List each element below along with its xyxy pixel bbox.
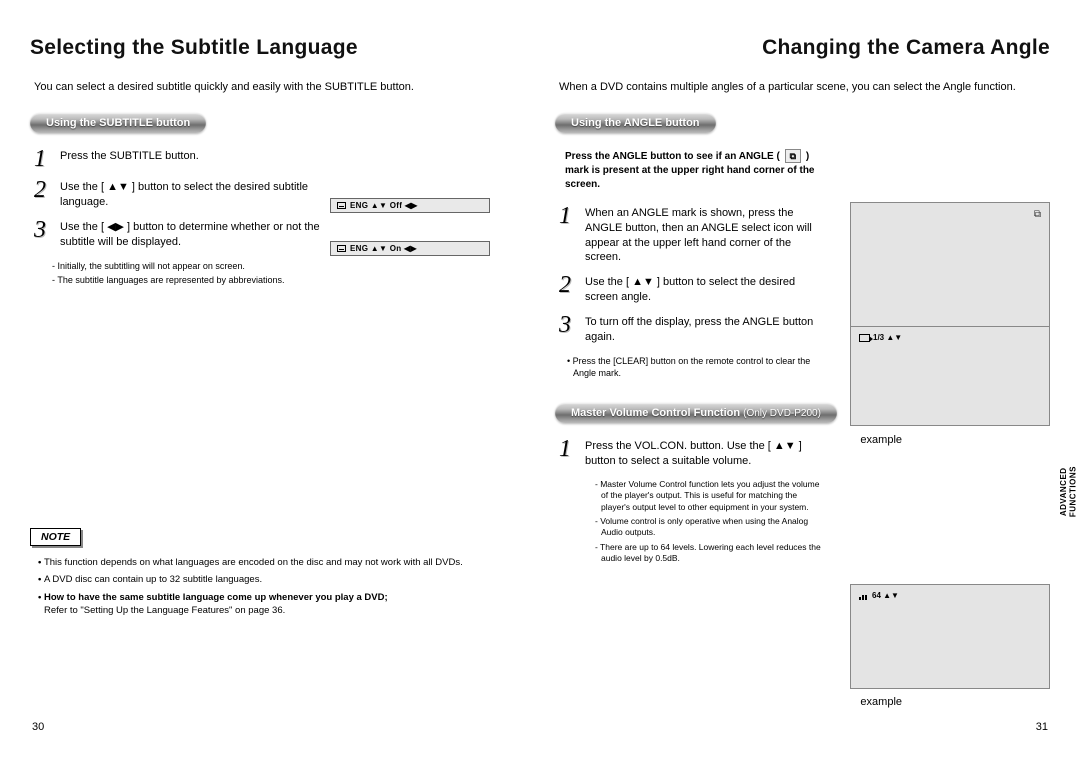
step-text: Use the [ ▲▼ ] button to select the desi… — [60, 180, 320, 210]
tab-line: ADVANCED — [1059, 467, 1068, 516]
osd-bar-off: ENG ▲▼ Off ◀▶ — [330, 198, 490, 213]
subtitle-icon — [337, 202, 346, 209]
subtitle-icon — [337, 245, 346, 252]
step-number: 2 — [559, 275, 577, 305]
clear-note: Press the [CLEAR] button on the remote c… — [555, 355, 825, 379]
mvc-note: There are up to 64 levels. Lowering each… — [595, 542, 825, 565]
step-text: Press the VOL.CON. button. Use the [ ▲▼ … — [585, 439, 825, 469]
step-number: 3 — [559, 315, 577, 345]
camera-angle-icon: ⧉ — [785, 149, 801, 164]
note-item: How to have the same subtitle language c… — [38, 591, 525, 618]
page-title-left: Selecting the Subtitle Language — [30, 36, 525, 60]
step-b1: 1 Press the VOL.CON. button. Use the [ ▲… — [555, 439, 825, 469]
osd-band-angle: 1/3 ▲▼ — [859, 333, 902, 342]
osd-text: ENG ▲▼ On ◀▶ — [350, 244, 417, 253]
step-a1: 1 When an ANGLE mark is shown, press the… — [555, 206, 825, 265]
intro-left: You can select a desired subtitle quickl… — [30, 80, 525, 95]
tab-line: FUNCTIONS — [1068, 466, 1077, 517]
subnote: The subtitle languages are represented b… — [52, 274, 320, 287]
step-3: 3 Use the [ ◀▶ ] button to determine whe… — [30, 220, 320, 250]
step-text: Use the [ ◀▶ ] button to determine wheth… — [60, 220, 320, 250]
step-1: 1 Press the SUBTITLE button. — [30, 149, 320, 171]
section-tab: ADVANCED FUNCTIONS — [1059, 466, 1078, 517]
step-number: 2 — [34, 180, 52, 210]
angle-section-heading: Using the ANGLE button — [555, 113, 716, 133]
page-title-right: Changing the Camera Angle — [555, 36, 1050, 60]
osd-bar-on: ENG ▲▼ On ◀▶ — [330, 241, 490, 256]
step-subnotes: Initially, the subtitling will not appea… — [30, 260, 320, 287]
osd-text: ENG ▲▼ Off ◀▶ — [350, 201, 418, 210]
clear-note-text: Press the [CLEAR] button on the remote c… — [567, 355, 825, 379]
subtitle-section-heading: Using the SUBTITLE button — [30, 113, 206, 133]
volume-bars-icon — [859, 592, 869, 600]
subnote: Initially, the subtitling will not appea… — [52, 260, 320, 273]
mvc-notes: Master Volume Control function lets you … — [555, 479, 825, 565]
page-number-left: 30 — [32, 721, 44, 733]
step-text: Press the SUBTITLE button. — [60, 149, 320, 171]
osd-text: 1/3 ▲▼ — [873, 333, 902, 342]
step-text: Use the [ ▲▼ ] button to select the desi… — [585, 275, 825, 305]
note-item: This function depends on what languages … — [38, 556, 525, 569]
note-ref: Refer to "Setting Up the Language Featur… — [44, 605, 285, 616]
right-page: Changing the Camera Angle When a DVD con… — [555, 36, 1050, 735]
example-label: example — [860, 434, 902, 446]
step-number: 1 — [559, 439, 577, 469]
screen-angle-select: 1/3 ▲▼ — [850, 326, 1050, 426]
example-label: example — [860, 696, 902, 708]
step-a2: 2 Use the [ ▲▼ ] button to select the de… — [555, 275, 825, 305]
mvc-note: Master Volume Control function lets you … — [595, 479, 825, 513]
mvc-section-heading: Master Volume Control Function (Only DVD… — [555, 403, 837, 423]
osd-text: 64 ▲▼ — [872, 591, 899, 600]
page-number-right: 31 — [1036, 721, 1048, 733]
step-text: To turn off the display, press the ANGLE… — [585, 315, 825, 345]
mvc-suffix: (Only DVD-P200) — [743, 408, 821, 419]
osd-column: ENG ▲▼ Off ◀▶ ENG ▲▼ On ◀▶ — [330, 198, 490, 284]
instruction-a: Press the ANGLE button to see if an ANGL… — [565, 151, 780, 162]
note-heading: NOTE — [30, 528, 81, 546]
note-bold: How to have the same subtitle language c… — [44, 592, 388, 603]
step-2: 2 Use the [ ▲▼ ] button to select the de… — [30, 180, 320, 210]
note-list: This function depends on what languages … — [30, 556, 525, 617]
left-page: Selecting the Subtitle Language You can … — [30, 36, 525, 735]
screen-volume: 64 ▲▼ — [850, 584, 1050, 689]
intro-right: When a DVD contains multiple angles of a… — [555, 80, 1050, 95]
step-number: 1 — [34, 149, 52, 171]
camera-angle-icon: ⧉ — [1034, 209, 1041, 220]
angle-instruction: Press the ANGLE button to see if an ANGL… — [555, 149, 825, 192]
note-item: A DVD disc can contain up to 32 subtitle… — [38, 573, 525, 586]
mvc-note: Volume control is only operative when us… — [595, 516, 825, 539]
step-text: When an ANGLE mark is shown, press the A… — [585, 206, 825, 265]
camera-icon — [859, 334, 870, 342]
step-a3: 3 To turn off the display, press the ANG… — [555, 315, 825, 345]
step-number: 1 — [559, 206, 577, 265]
mvc-title: Master Volume Control Function — [571, 407, 740, 419]
osd-band-volume: 64 ▲▼ — [859, 591, 899, 600]
step-number: 3 — [34, 220, 52, 250]
notes-block: NOTE This function depends on what langu… — [30, 527, 525, 617]
